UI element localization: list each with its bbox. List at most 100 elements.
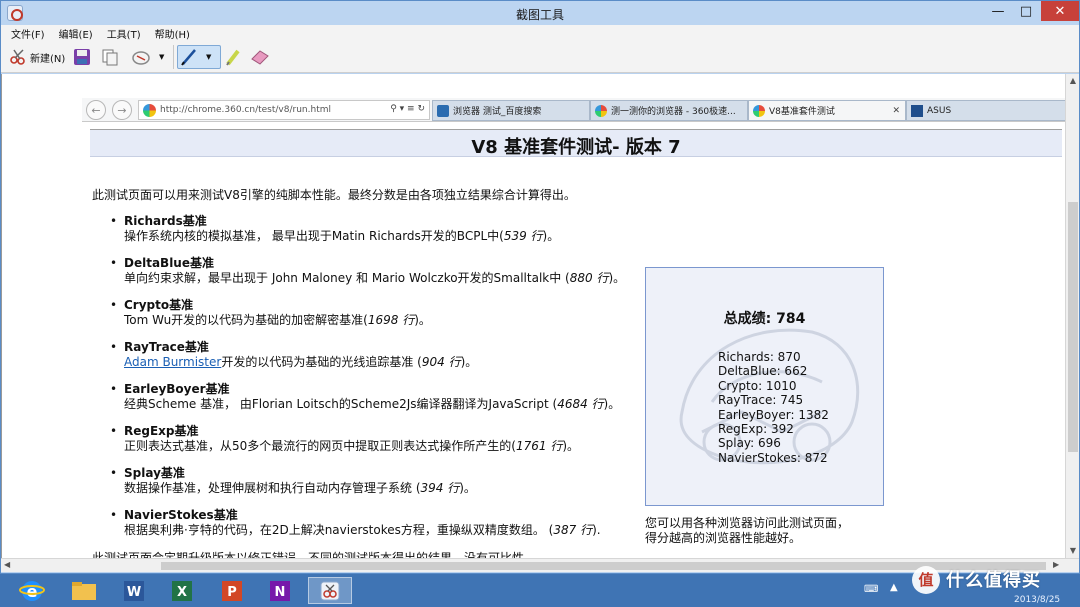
- pen-button[interactable]: ▼: [177, 45, 221, 69]
- tab-close-icon: ✕: [892, 105, 900, 116]
- taskbar-excel[interactable]: X: [162, 577, 202, 604]
- save-icon: [74, 49, 90, 65]
- title-bar: 截图工具 — □ ✕: [1, 1, 1079, 25]
- score-note-line: 得分越高的浏览器性能越好。: [645, 531, 802, 545]
- scroll-thumb[interactable]: [161, 562, 1046, 570]
- browser-tab-360: 测一测你的浏览器 - 360极速...: [590, 100, 748, 121]
- close-button[interactable]: ✕: [1041, 1, 1079, 21]
- taskbar-ie[interactable]: e: [12, 577, 52, 604]
- snip-canvas: ← → http://chrome.360.cn/test/v8/run.htm…: [1, 74, 1065, 558]
- author-link[interactable]: Adam Burmister: [124, 355, 221, 369]
- menu-tools[interactable]: 工具(T): [107, 26, 141, 41]
- eraser-button[interactable]: [249, 45, 271, 69]
- list-item: NavierStokes基准 根据奥利弗·亨特的代码，在2D上解决naviers…: [110, 508, 630, 550]
- benchmark-desc: 数据操作基准，处理伸展树和执行自动内存管理子系统 (394 行)。: [124, 481, 476, 495]
- benchmark-name: RegExp基准: [124, 424, 199, 438]
- benchmark-name: Richards基准: [124, 214, 207, 228]
- send-icon: [132, 51, 150, 65]
- site-icon: [143, 103, 156, 117]
- word-icon: W: [124, 580, 144, 601]
- chrome360-tab-icon: [595, 104, 607, 117]
- score-note: 您可以用各种浏览器访问此测试页面， 得分越高的浏览器性能越好。: [645, 516, 849, 546]
- copy-button[interactable]: [101, 45, 119, 69]
- scissors-icon: [10, 49, 25, 65]
- score-list: Richards: 870 DeltaBlue: 662 Crypto: 101…: [718, 350, 829, 465]
- browser-tab-label: 浏览器 测试_百度搜索: [453, 107, 542, 117]
- highlighter-button[interactable]: [223, 45, 243, 69]
- scroll-up-icon[interactable]: ▲: [1068, 76, 1078, 86]
- pen-icon: [181, 49, 196, 66]
- scroll-left-icon[interactable]: ◀: [4, 560, 14, 569]
- browser-tab-label: 测一测你的浏览器 - 360极速...: [611, 107, 736, 117]
- taskbar-snipping-tool[interactable]: [308, 577, 352, 604]
- minimize-button[interactable]: —: [985, 1, 1011, 21]
- keyboard-icon[interactable]: ⌨: [864, 584, 878, 595]
- scroll-down-icon[interactable]: ▼: [1068, 546, 1078, 556]
- menu-file[interactable]: 文件(F): [11, 26, 45, 41]
- page-header: V8 基准套件测试- 版本 7: [90, 129, 1062, 158]
- new-snip-button[interactable]: 新建(N): [9, 45, 65, 69]
- score-item: DeltaBlue: 662: [718, 364, 808, 379]
- scroll-thumb[interactable]: [1068, 202, 1078, 452]
- address-bar: http://chrome.360.cn/test/v8/run.html ⚲ …: [138, 100, 430, 120]
- send-dropdown-icon[interactable]: ▼: [159, 53, 164, 61]
- svg-text:X: X: [177, 585, 187, 600]
- benchmark-desc: Adam Burmister开发的以代码为基础的光线追踪基准 (904 行)。: [124, 355, 478, 369]
- excel-icon: X: [172, 580, 192, 601]
- copy-icon: [102, 49, 118, 66]
- v8-tab-icon: [753, 104, 765, 117]
- score-item: Crypto: 1010: [718, 378, 797, 393]
- menu-help[interactable]: 帮助(H): [155, 26, 190, 41]
- benchmark-desc: Tom Wu开发的以代码为基础的加密解密基准(1698 行)。: [124, 313, 431, 327]
- menu-edit[interactable]: 编辑(E): [59, 26, 93, 41]
- taskbar-onenote[interactable]: N: [260, 577, 300, 604]
- benchmark-name: EarleyBoyer基准: [124, 382, 230, 396]
- page-title: V8 基准套件测试- 版本 7: [471, 137, 681, 158]
- browser-tab-search: 浏览器 测试_百度搜索: [432, 100, 590, 121]
- list-item: DeltaBlue基准 单向约束求解，最早出现于 John Maloney 和 …: [110, 256, 630, 298]
- pen-dropdown-icon[interactable]: ▼: [206, 53, 211, 61]
- benchmark-name: RayTrace基准: [124, 340, 209, 354]
- list-item: RegExp基准 正则表达式基准，从50多个最流行的网页中提取正则表达式操作所产…: [110, 424, 630, 466]
- vertical-scrollbar[interactable]: ▲ ▼: [1065, 74, 1079, 558]
- taskbar-word[interactable]: W: [114, 577, 154, 604]
- send-snip-button[interactable]: ▼: [131, 45, 164, 69]
- internet-explorer-icon: e: [19, 580, 45, 601]
- score-item: Richards: 870: [718, 350, 801, 364]
- highlighter-icon: [226, 49, 240, 66]
- list-item: Crypto基准 Tom Wu开发的以代码为基础的加密解密基准(1698 行)。: [110, 298, 630, 340]
- list-item: RayTrace基准 Adam Burmister开发的以代码为基础的光线追踪基…: [110, 340, 630, 382]
- forward-icon: →: [112, 100, 132, 120]
- taskbar-explorer[interactable]: [64, 577, 104, 604]
- list-item: Splay基准 数据操作基准，处理伸展树和执行自动内存管理子系统 (394 行)…: [110, 466, 630, 508]
- maximize-button[interactable]: □: [1013, 1, 1039, 21]
- benchmark-desc: 正则表达式基准，从50多个最流行的网页中提取正则表达式操作所产生的(1761 行…: [124, 439, 580, 453]
- save-button[interactable]: [73, 45, 91, 69]
- asus-tab-icon: [911, 104, 923, 117]
- total-score: 总成绩: 784: [723, 311, 806, 327]
- score-item: RayTrace: 745: [718, 393, 804, 408]
- new-snip-label: 新建(N): [30, 53, 66, 65]
- folder-icon: [72, 581, 96, 600]
- snipping-tool-window: 截图工具 — □ ✕ 文件(F) 编辑(E) 工具(T) 帮助(H) 新建(N): [0, 0, 1080, 574]
- toolbar-separator: [173, 45, 174, 69]
- taskbar-powerpoint[interactable]: P: [212, 577, 252, 604]
- score-item: NavierStokes: 872: [718, 450, 828, 465]
- powerpoint-icon: P: [222, 580, 242, 601]
- score-note-line: 您可以用各种浏览器访问此测试页面，: [645, 516, 850, 530]
- svg-text:e: e: [27, 582, 38, 601]
- benchmark-name: DeltaBlue基准: [124, 256, 214, 270]
- benchmark-name: Crypto基准: [124, 298, 194, 312]
- address-tools-icon: ⚲ ▾ ≡ ↻: [390, 104, 425, 114]
- clock-date[interactable]: 2013/8/25: [1014, 595, 1060, 605]
- benchmark-desc: 单向约束求解，最早出现于 John Maloney 和 Mario Wolczk…: [124, 271, 626, 285]
- browser-tab-asus: ASUS: [906, 100, 1065, 121]
- scroll-right-icon[interactable]: ▶: [1053, 560, 1063, 569]
- eraser-icon: [251, 50, 269, 65]
- score-item: Splay: 696: [718, 436, 781, 451]
- tray-chevron-icon[interactable]: ▲: [890, 582, 898, 593]
- svg-text:W: W: [127, 585, 141, 600]
- snipping-tool-taskbar-icon: [320, 581, 340, 600]
- score-panel: 总成绩: 784 Richards: 870 DeltaBlue: 662 Cr…: [645, 267, 884, 506]
- benchmark-desc: 根据奥利弗·亨特的代码，在2D上解决navierstokes方程，重操纵双精度数…: [124, 523, 601, 537]
